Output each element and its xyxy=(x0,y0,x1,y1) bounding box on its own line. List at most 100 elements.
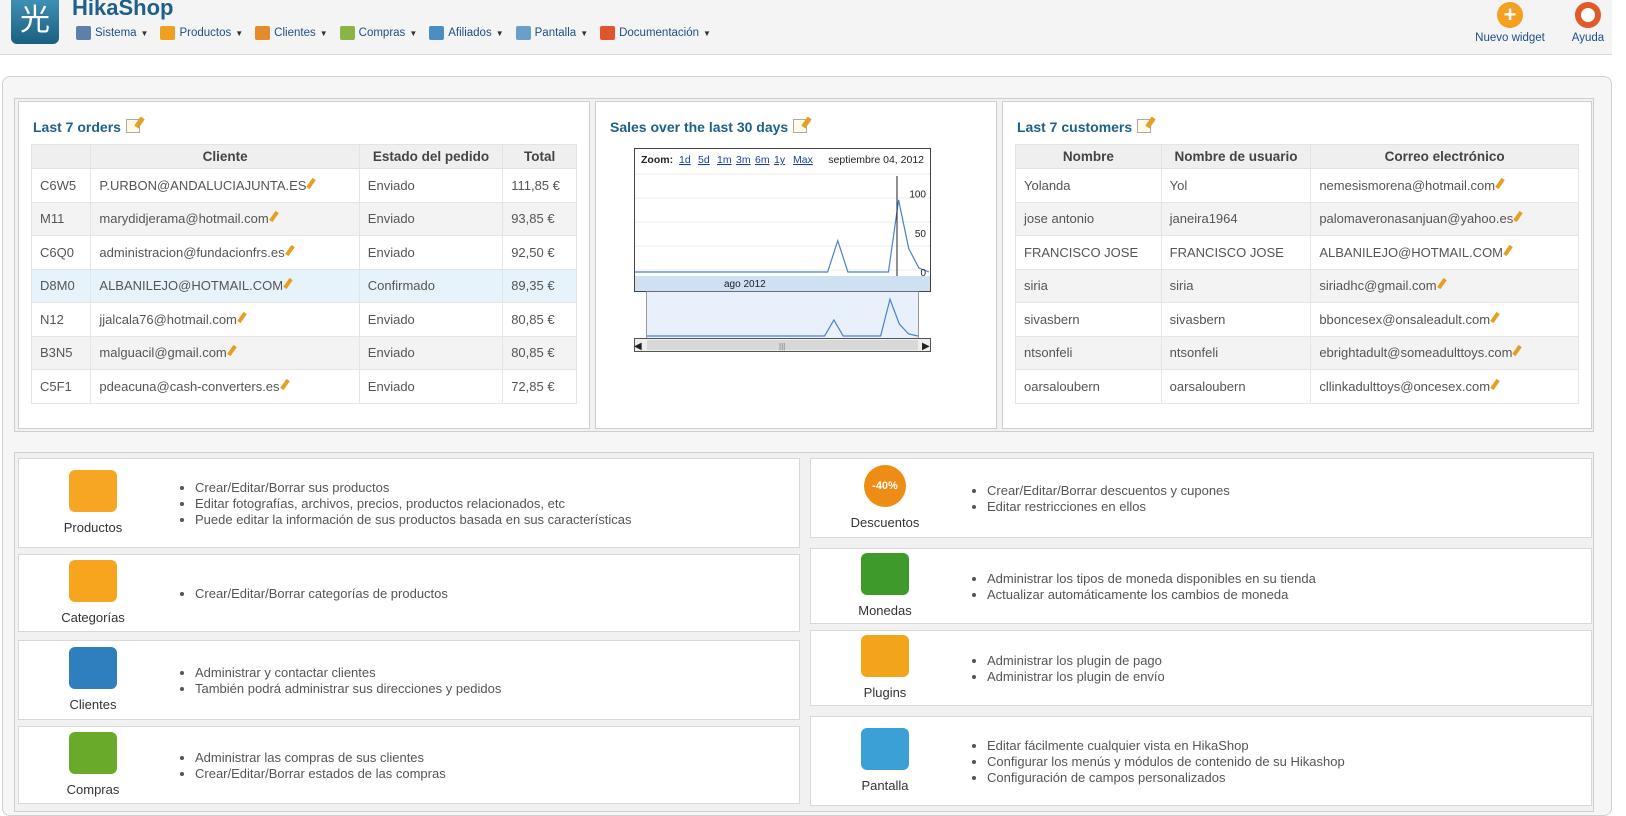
orders-header[interactable]: Total xyxy=(502,144,577,169)
customer-email-cell[interactable]: palomaveronasanjuan@yahoo.es xyxy=(1310,201,1579,236)
scrollbar-grip: ||| xyxy=(779,342,785,351)
order-customer-cell[interactable]: pdeacuna@cash-converters.es xyxy=(90,369,360,404)
orders-header[interactable]: Cliente xyxy=(90,144,360,169)
order-customer-cell[interactable]: P.URBON@ANDALUCIAJUNTA.ES xyxy=(90,168,360,203)
menu-item-pantalla[interactable]: Pantalla ▼ xyxy=(515,26,588,40)
customer-email-cell[interactable]: ebrightadult@someadulttoys.com xyxy=(1310,335,1579,370)
table-row[interactable]: ntsonfeli ntsonfeli ebrightadult@someadult… xyxy=(1015,335,1579,370)
cpanel-label: Plugins xyxy=(863,685,907,700)
order-number[interactable]: N12 xyxy=(30,302,92,337)
customer-email-cell[interactable]: nemesismorena@hotmail.com xyxy=(1310,168,1579,203)
cpanel-label: Descuentos xyxy=(850,515,920,530)
cpanel-productos[interactable]: Productos Crear/Editar/Borrar sus product… xyxy=(18,458,800,548)
order-number[interactable]: C6Q0 xyxy=(30,235,92,270)
pencil-icon[interactable] xyxy=(284,244,295,256)
pencil-icon[interactable] xyxy=(226,345,237,357)
edit-widget-icon[interactable] xyxy=(793,119,808,133)
order-customer-cell[interactable]: administracion@fundacionfrs.es xyxy=(90,235,360,270)
customers-header[interactable]: Correo electrónico xyxy=(1310,144,1579,169)
customer-email-cell[interactable]: bboncesex@onsaleadult.com xyxy=(1310,302,1579,337)
scroll-right-arrow-icon[interactable]: ▶ xyxy=(922,341,930,352)
pencil-icon[interactable] xyxy=(279,378,290,390)
pencil-icon[interactable] xyxy=(1503,244,1513,256)
cpanel-compras[interactable]: Compras Administrar las compras de sus cl… xyxy=(18,726,800,804)
table-row[interactable]: N12 jjalcala76@hotmail.com Enviado 80,85 € xyxy=(30,302,577,337)
pencil-icon[interactable] xyxy=(1495,177,1505,189)
table-row[interactable]: C5F1 pdeacuna@cash-converters.es Enviado 72… xyxy=(30,369,577,404)
zoom-option-1y[interactable]: 1y xyxy=(774,154,786,166)
table-row[interactable]: jose antonio janeira1964 palomaveronasanju… xyxy=(1015,201,1579,236)
cpanel-plugins[interactable]: Plugins Administrar los plugin de pagoAdm… xyxy=(810,630,1592,706)
pencil-icon[interactable] xyxy=(1436,278,1447,290)
order-number[interactable]: D8M0 xyxy=(30,268,92,303)
table-row[interactable]: Yolanda Yol nemesismorena@hotmail.com xyxy=(1015,168,1579,203)
menu-item-afiliados[interactable]: Afiliados ▼ xyxy=(429,26,504,40)
new-widget-button[interactable]: + Nuevo widget xyxy=(1472,2,1548,44)
customer-email-cell[interactable]: siriadhc@gmail.com xyxy=(1310,268,1579,303)
cpanel-label: Productos xyxy=(63,520,123,535)
help-button[interactable]: Ayuda xyxy=(1566,2,1610,44)
table-row[interactable]: D8M0 ALBANILEJO@HOTMAIL.COM Confirmado 89,3… xyxy=(30,268,577,303)
orders-check-icon-shape xyxy=(69,732,117,774)
table-row[interactable]: C6Q0 administracion@fundacionfrs.es Enviad… xyxy=(30,235,577,270)
order-number[interactable]: M11 xyxy=(30,201,92,236)
order-total: 80,85 € xyxy=(502,335,577,370)
pencil-icon[interactable] xyxy=(306,177,317,189)
order-number[interactable]: B3N5 xyxy=(30,335,92,370)
order-total: 72,85 € xyxy=(502,369,577,404)
order-customer-cell[interactable]: marydidjerama@hotmail.com xyxy=(90,201,360,236)
table-row[interactable]: FRANCISCO JOSE FRANCISCO JOSE ALBANILEJO@H… xyxy=(1015,235,1579,270)
customer-email-cell[interactable]: ALBANILEJO@HOTMAIL.COM xyxy=(1310,235,1579,270)
zoom-option-5d[interactable]: 5d xyxy=(698,154,710,166)
orders-header[interactable] xyxy=(30,144,92,169)
customer-email-cell[interactable]: cllinkadulttoys@oncesex.com xyxy=(1310,369,1579,404)
menu-item-compras[interactable]: Compras ▼ xyxy=(339,26,417,40)
zoom-option-6m[interactable]: 6m xyxy=(755,154,770,166)
table-row[interactable]: siria siria siriadhc@gmail.com xyxy=(1015,268,1579,303)
order-customer-cell[interactable]: jjalcala76@hotmail.com xyxy=(90,302,360,337)
order-customer-cell[interactable]: ALBANILEJO@HOTMAIL.COM xyxy=(90,268,360,303)
pencil-icon[interactable] xyxy=(1513,211,1524,223)
table-row[interactable]: M11 marydidjerama@hotmail.com Enviado 93,85… xyxy=(30,201,577,236)
zoom-option-1m[interactable]: 1m xyxy=(717,154,732,166)
edit-widget-icon[interactable] xyxy=(125,119,140,133)
menu-item-sistema[interactable]: Sistema ▼ xyxy=(76,26,148,40)
zoom-label: Zoom: xyxy=(641,154,673,166)
pencil-icon[interactable] xyxy=(1490,311,1500,323)
cpanel-descuentos[interactable]: -40% Descuentos Crear/Editar/Borrar descue… xyxy=(810,458,1592,538)
currency-icon xyxy=(855,553,915,595)
zoom-option-3m[interactable]: 3m xyxy=(736,154,751,166)
order-number[interactable]: C5F1 xyxy=(30,369,92,404)
customers-header[interactable]: Nombre xyxy=(1015,144,1162,169)
customer-name: Yolanda xyxy=(1015,168,1162,203)
list-item: Editar fácilmente cualquier vista en Hik… xyxy=(987,738,1345,754)
app-title: HikaShop xyxy=(72,0,174,20)
list-item: Editar restricciones en ellos xyxy=(987,499,1230,515)
orders-header[interactable]: Estado del pedido xyxy=(358,144,504,169)
table-row[interactable]: C6W5 P.URBON@ANDALUCIAJUNTA.ES Enviado 111,… xyxy=(30,168,577,203)
table-row[interactable]: sivasbern sivasbern bboncesex@onsaleadult.… xyxy=(1015,302,1579,337)
pencil-icon[interactable] xyxy=(1490,378,1500,390)
pencil-icon[interactable] xyxy=(283,278,293,290)
order-number[interactable]: C6W5 xyxy=(30,168,92,203)
menu-item-productos[interactable]: Productos ▼ xyxy=(160,26,243,40)
edit-widget-icon[interactable] xyxy=(1137,119,1152,133)
menu-item-documentación[interactable]: Documentación ▼ xyxy=(600,26,711,40)
pencil-icon[interactable] xyxy=(237,311,247,323)
table-row[interactable]: oarsaloubern oarsaloubern cllinkadulttoys@… xyxy=(1015,369,1579,404)
zoom-option-Max[interactable]: Max xyxy=(793,154,814,166)
scroll-left-arrow-icon[interactable]: ◀ xyxy=(634,341,642,352)
customers-header[interactable]: Nombre de usuario xyxy=(1160,144,1312,169)
table-row[interactable]: B3N5 malguacil@gmail.com Enviado 80,85 € xyxy=(30,335,577,370)
cpanel-clientes[interactable]: Clientes Administrar y contactar clientes… xyxy=(18,640,800,720)
main-menu: Sistema ▼ Productos ▼ Clientes ▼ Compras ▼ Afili… xyxy=(76,26,711,40)
order-customer-cell[interactable]: malguacil@gmail.com xyxy=(90,335,360,370)
cpanel-pantalla[interactable]: Pantalla Editar fácilmente cualquier vist… xyxy=(810,716,1592,806)
zoom-option-1d[interactable]: 1d xyxy=(679,154,691,166)
cpanel-categorías[interactable]: Categorías Crear/Editar/Borrar categorías… xyxy=(18,554,800,632)
pencil-icon[interactable] xyxy=(1512,345,1523,357)
menu-item-clientes[interactable]: Clientes ▼ xyxy=(255,26,328,40)
cpanel-monedas[interactable]: Monedas Administrar los tipos de moneda d… xyxy=(810,548,1592,624)
pencil-icon[interactable] xyxy=(268,211,279,223)
hikashop-logo[interactable]: 光 xyxy=(11,0,59,44)
